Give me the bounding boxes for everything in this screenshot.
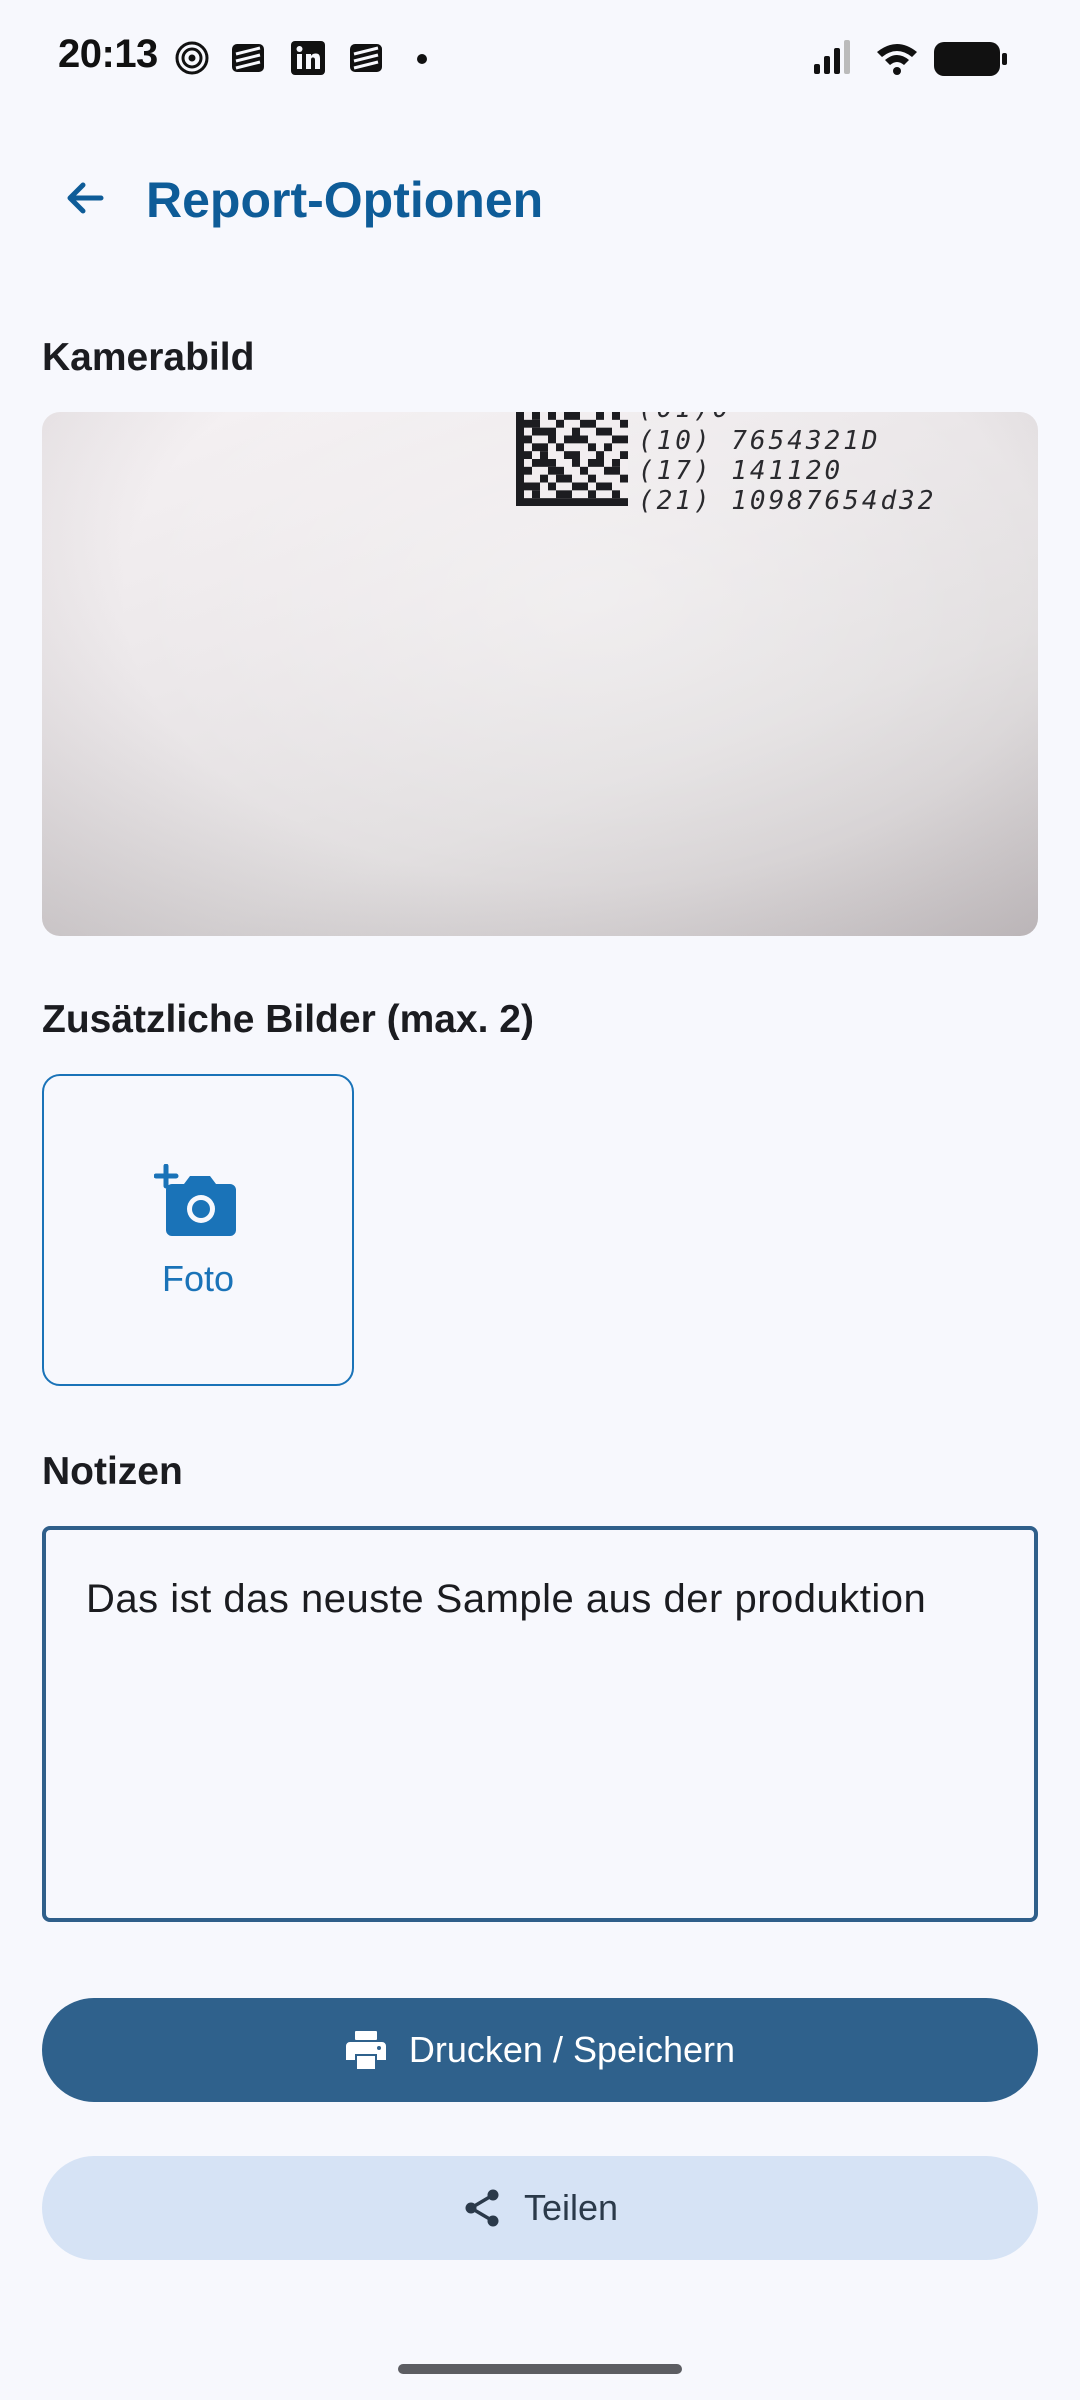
- barcode-line-4: (21) 10987654d32: [638, 486, 937, 516]
- status-time: 20:13: [58, 32, 158, 76]
- share-button[interactable]: Teilen: [42, 2156, 1038, 2260]
- page-title: Report-Optionen: [146, 172, 544, 228]
- notification-dot-icon: [416, 52, 428, 64]
- print-save-label: Drucken / Speichern: [408, 2029, 736, 2070]
- add-photo-label: Foto: [161, 1258, 235, 1299]
- add-camera-icon: [153, 1163, 240, 1245]
- notes-textarea[interactable]: Das ist das neuste Sample aus der produk…: [42, 1526, 1038, 1922]
- barcode-line-2: (10) 7654321D: [638, 426, 881, 456]
- add-photo-button[interactable]: Foto: [42, 1074, 354, 1386]
- camera-section-label: Kamerabild: [42, 336, 255, 379]
- notes-label: Notizen: [42, 1450, 183, 1493]
- layers-app-icon: [230, 40, 266, 76]
- printer-icon: [345, 2030, 387, 2070]
- additional-images-label: Zusätzliche Bilder (max. 2): [42, 998, 534, 1041]
- datamatrix-code: [516, 412, 628, 506]
- share-icon: [462, 2188, 502, 2228]
- arrow-back-icon: [61, 174, 109, 227]
- barcode-line-1: (01)0: [638, 412, 731, 424]
- barcode-line-3: (17) 141120: [638, 456, 844, 486]
- camera-image[interactable]: (01)0 (10) 7654321D (17) 141120 (21) 109…: [42, 412, 1038, 936]
- home-indicator[interactable]: [398, 2364, 682, 2374]
- linkedin-icon: [290, 40, 326, 76]
- battery-icon: [934, 42, 1008, 81]
- share-label: Teilen: [523, 2187, 619, 2228]
- layers-app-icon-2: [348, 40, 384, 76]
- app-bar: Report-Optionen: [0, 150, 1080, 250]
- spiral-app-icon: [174, 40, 210, 76]
- status-bar: 20:13: [0, 0, 1080, 120]
- signal-icon: [812, 38, 858, 83]
- wifi-icon: [874, 38, 920, 83]
- back-button[interactable]: [40, 170, 130, 230]
- print-save-button[interactable]: Drucken / Speichern: [42, 1998, 1038, 2102]
